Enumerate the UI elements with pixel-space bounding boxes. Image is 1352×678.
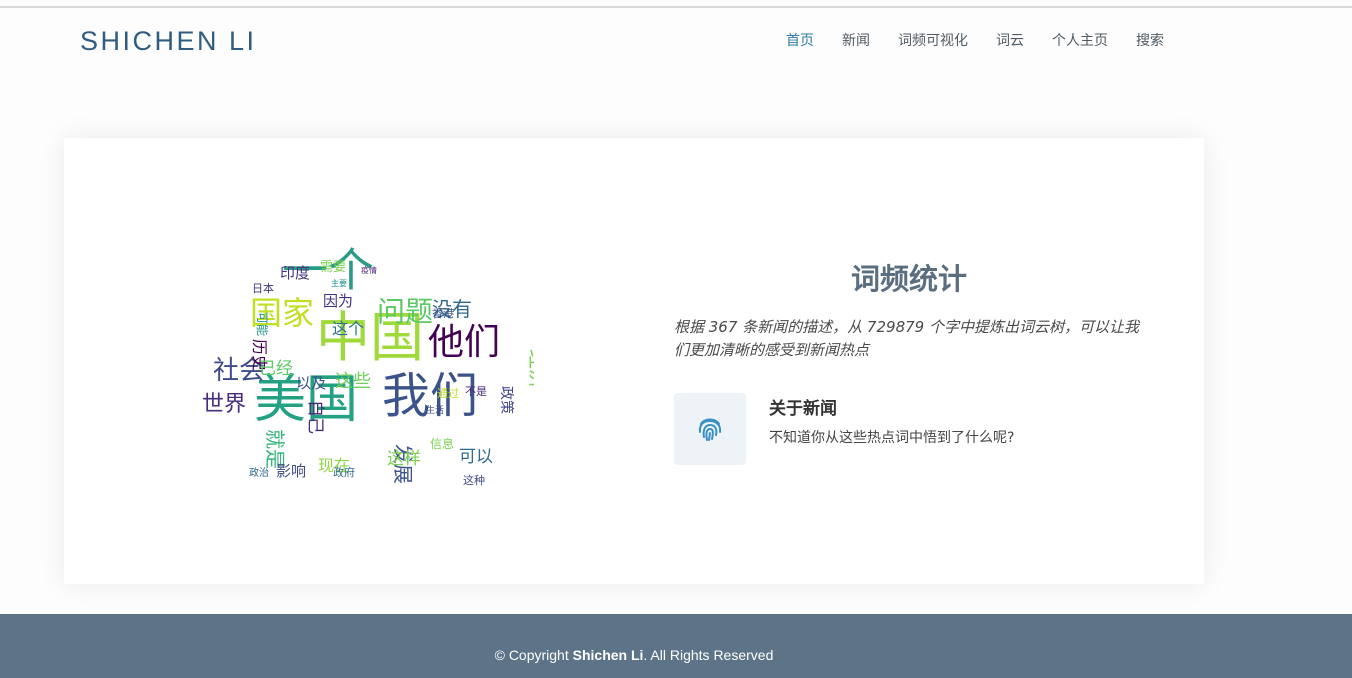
word-cloud-word: 问题 — [377, 295, 433, 328]
feature-title: 关于新闻 — [769, 399, 837, 419]
section-description: 根据 367 条新闻的描述，从 729879 个字中提炼出词云树，可以让我们更加… — [674, 318, 1139, 359]
site-footer: © Copyright Shichen Li. All Rights Reser… — [0, 614, 1352, 678]
word-frequency-card: 中国美国我们他们一个国家问题社会世界没有经济发展这样就是影响现在这些可以进行印度… — [64, 138, 1204, 584]
word-cloud-word: 这些 — [335, 371, 371, 392]
word-cloud-word: 通过 — [437, 387, 459, 400]
word-cloud-word: 生活 — [426, 404, 444, 416]
word-cloud-word: 以及 — [296, 374, 326, 392]
word-cloud-word: 日本 — [252, 281, 274, 295]
word-cloud-image: 中国美国我们他们一个国家问题社会世界没有经济发展这样就是影响现在这些可以进行印度… — [184, 204, 550, 554]
word-cloud-word: 印度 — [280, 264, 310, 282]
word-cloud-word: 政治 — [249, 466, 269, 479]
copyright-owner: Shichen Li — [572, 647, 644, 663]
word-cloud-word: 这样 — [387, 449, 421, 469]
word-cloud-word: 这个 — [332, 319, 364, 338]
nav-item-search[interactable]: 搜索 — [1122, 32, 1178, 50]
copyright-prefix: © Copyright — [494, 647, 573, 663]
word-cloud-word: 世界 — [202, 392, 246, 417]
main-nav: 首页 新闻 词频可视化 词云 个人主页 搜索 — [772, 32, 1178, 50]
feature-text: 不知道你从这些热点词中悟到了什么呢? — [769, 430, 1015, 446]
word-cloud-word: 他们 — [428, 322, 500, 363]
word-cloud-word: 自己 — [305, 400, 325, 434]
copyright-text: © Copyright Shichen Li. All Rights Reser… — [0, 647, 1352, 663]
word-cloud-word: 主要 — [331, 278, 347, 288]
word-cloud-word: 因为 — [323, 292, 353, 310]
word-cloud-word: 这种 — [463, 473, 485, 487]
nav-item-profile[interactable]: 个人主页 — [1038, 32, 1122, 50]
word-cloud-word: 需要 — [320, 260, 346, 275]
nav-item-frequency[interactable]: 词频可视化 — [884, 32, 982, 50]
nav-item-wordcloud[interactable]: 词云 — [982, 32, 1038, 50]
word-cloud-svg: 中国美国我们他们一个国家问题社会世界没有经济发展这样就是影响现在这些可以进行印度… — [202, 243, 550, 554]
word-cloud-word: 疫情 — [361, 265, 377, 275]
word-cloud-word: 信息 — [430, 436, 454, 451]
site-brand[interactable]: SHICHEN LI — [80, 26, 257, 57]
word-cloud-word: 可以 — [459, 447, 493, 467]
word-cloud-word: 香港 — [432, 307, 454, 320]
word-cloud-word: 经济 — [526, 349, 534, 389]
word-cloud-word: 政府 — [333, 465, 355, 479]
word-cloud-word: 影响 — [276, 462, 306, 480]
fingerprint-icon — [674, 393, 746, 465]
word-cloud-word: 不是 — [465, 385, 487, 398]
top-divider — [0, 6, 1352, 8]
nav-item-home[interactable]: 首页 — [772, 32, 828, 50]
copyright-suffix: . All Rights Reserved — [643, 647, 774, 663]
word-cloud-word: 已经 — [259, 359, 293, 379]
section-title: 词频统计 — [850, 262, 967, 296]
nav-item-news[interactable]: 新闻 — [828, 32, 884, 50]
word-cloud-word: 政策 — [498, 386, 515, 414]
word-cloud-word: 可能 — [255, 312, 269, 336]
